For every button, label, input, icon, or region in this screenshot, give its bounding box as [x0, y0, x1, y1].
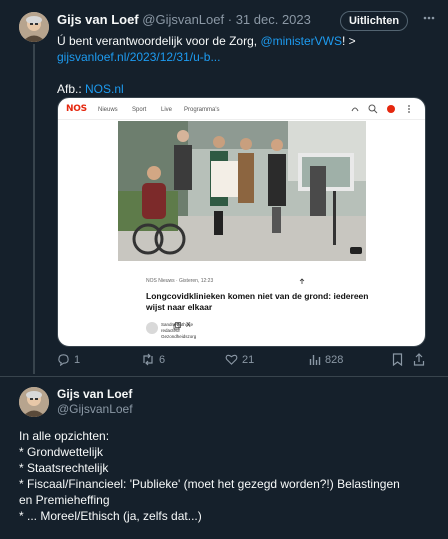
- tweet-text: In alle opzichten: * Grondwettelijk * St…: [19, 428, 429, 524]
- like-count: 21: [242, 353, 255, 366]
- nav-item-programmas: Programma's: [184, 107, 220, 113]
- tweet-1[interactable]: Gijs van Loef @GijsvanLoef · 31 dec. 202…: [0, 0, 448, 378]
- retweet-icon: [143, 353, 153, 366]
- reply-count: 1: [74, 353, 81, 366]
- views-button[interactable]: 828: [309, 353, 343, 366]
- bookmark-button[interactable]: [392, 353, 403, 366]
- retweet-button[interactable]: 6: [141, 353, 165, 366]
- tweet-text-line: en Premieheffing: [19, 493, 110, 507]
- news-photo: [118, 121, 366, 261]
- reply-icon: [58, 354, 69, 366]
- embedded-image-card[interactable]: NOS Nieuws Sport Live Programma's NOS Ni…: [57, 97, 426, 347]
- tweet-actions: 1 6 21 828: [57, 353, 427, 371]
- tweet-text-line: * Staatsrechtelijk: [19, 461, 109, 475]
- article-author: Sandra Zuthoke redacteur Gezondheidszorg: [146, 320, 246, 342]
- reply-button[interactable]: 1: [57, 353, 80, 366]
- share-button[interactable]: [413, 353, 425, 366]
- tweet-2[interactable]: Gijs van Loef @GijsvanLoef In alle opzic…: [0, 378, 448, 539]
- article-header: NOS Nieuws · Gisteren, 12:23 Longcovidkl…: [146, 278, 386, 313]
- share-upload-icon: [413, 353, 425, 366]
- nos-navbar: NOS Nieuws Sport Live Programma's: [58, 98, 425, 120]
- date-separator: ·: [224, 12, 236, 27]
- nos-mark-icon: [387, 105, 395, 113]
- tweet-text-suffix: ! >: [341, 34, 356, 48]
- more-vertical-icon: [408, 105, 410, 113]
- tweet-text-line1: Ú bent verantwoordelijk voor de Zorg,: [57, 34, 261, 48]
- tweet-header: Gijs van Loef @GijsvanLoef · 31 dec. 202…: [57, 12, 311, 27]
- article-headline: Longcovidklinieken komen niet van de gro…: [146, 291, 369, 312]
- like-button[interactable]: 21: [225, 353, 254, 366]
- tweet-text-line: * Grondwettelijk: [19, 445, 104, 459]
- nav-item-nieuws: Nieuws: [98, 107, 118, 113]
- tweet-text: Ú bent verantwoordelijk voor de Zorg, @m…: [57, 33, 427, 97]
- thread-line: [33, 44, 35, 374]
- tweet-text-line: * Fiscaal/Financieel: 'Publieke' (moet h…: [19, 477, 400, 491]
- article-author-role2: Gezondheidszorg: [161, 334, 197, 339]
- bookmark-icon: [392, 353, 403, 366]
- avatar[interactable]: [19, 12, 49, 42]
- nos-logo: NOS: [66, 104, 87, 114]
- article-link[interactable]: gijsvanloef.nl/2023/12/31/u-b...: [57, 50, 220, 64]
- nav-item-live: Live: [161, 107, 173, 113]
- nav-item-sport: Sport: [132, 107, 147, 113]
- x-logo-icon: X: [186, 322, 191, 329]
- mention-link[interactable]: @ministerVWS: [260, 34, 342, 48]
- article-source: NOS Nieuws · Gisteren, 12:23: [146, 278, 214, 284]
- ellipsis-icon[interactable]: [420, 11, 438, 29]
- views-count: 828: [325, 353, 344, 366]
- author-handle[interactable]: @GijsvanLoef: [57, 402, 133, 417]
- views-chart-icon: [309, 355, 321, 365]
- avatar-image-icon: [19, 387, 49, 417]
- image-credit-label: Afb.:: [57, 82, 86, 96]
- author-name[interactable]: Gijs van Loef: [57, 387, 133, 402]
- copy-icon: [173, 322, 181, 330]
- tweet-divider: [0, 376, 448, 377]
- tweet-text-line: * ... Moreel/Ethisch (ja, zelfs dat...): [19, 509, 202, 523]
- author-handle[interactable]: @GijsvanLoef: [142, 12, 224, 27]
- avatar[interactable]: [19, 387, 49, 417]
- heart-icon: [225, 354, 238, 365]
- tweet-header: Gijs van Loef @GijsvanLoef: [57, 387, 133, 417]
- tweet-date[interactable]: 31 dec. 2023: [236, 12, 311, 27]
- tweet-text-line: In alle opzichten:: [19, 429, 110, 443]
- search-icon: [368, 104, 378, 114]
- retweet-count: 6: [159, 353, 166, 366]
- avatar-image-icon: [19, 12, 49, 42]
- author-name[interactable]: Gijs van Loef: [57, 12, 139, 27]
- author-avatar: [146, 322, 158, 334]
- nos-link[interactable]: NOS.nl: [85, 82, 124, 96]
- headphones-icon: [351, 107, 359, 112]
- highlight-button[interactable]: Uitlichten: [340, 11, 408, 31]
